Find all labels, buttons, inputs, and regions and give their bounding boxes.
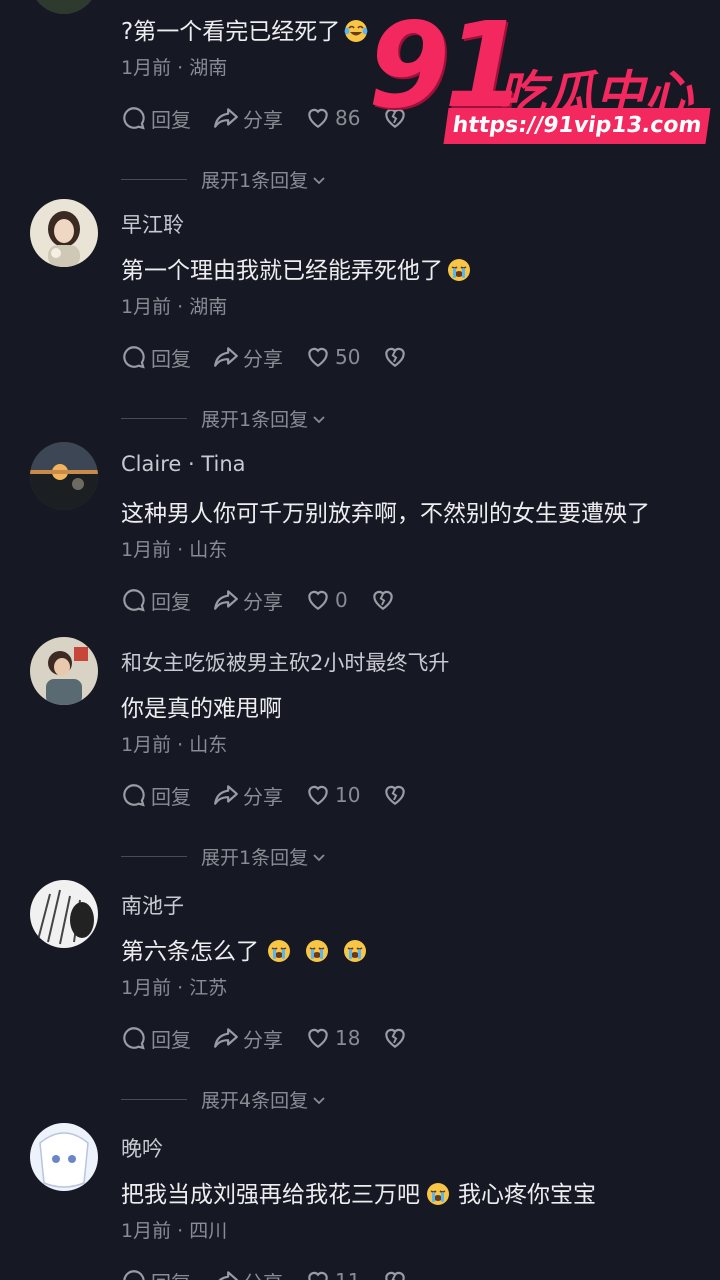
share-icon <box>214 785 238 805</box>
broken-heart-icon <box>385 1271 406 1280</box>
reply-icon <box>123 784 145 807</box>
share-button[interactable]: 分享 <box>213 1024 283 1053</box>
comment-text: 第一个理由我就已经能弄死他了 <box>121 251 475 285</box>
chevron-down-icon <box>313 415 325 423</box>
heart-icon <box>308 347 328 367</box>
like-button[interactable]: 50 <box>305 344 360 370</box>
avatar[interactable] <box>30 637 98 705</box>
dislike-button[interactable] <box>370 587 400 613</box>
heart-icon <box>308 1028 328 1048</box>
heart-icon <box>308 108 328 128</box>
broken-heart-icon <box>372 590 393 610</box>
username[interactable]: 早江聆 <box>121 209 184 239</box>
reply-button[interactable]: 回复 <box>121 1024 191 1053</box>
share-button[interactable]: 分享 <box>213 104 283 133</box>
reply-button[interactable]: 回复 <box>121 343 191 372</box>
comment-meta: 1月前 · 湖南 <box>121 296 228 318</box>
share-button[interactable]: 分享 <box>213 586 283 615</box>
expand-replies[interactable]: 展开1条回复 <box>121 843 328 870</box>
heart-icon <box>308 1271 328 1280</box>
comment-meta: 1月前 · 山东 <box>121 539 228 561</box>
dislike-button[interactable] <box>382 344 412 370</box>
share-button[interactable]: 分享 <box>213 781 283 810</box>
reply-button[interactable]: 回复 <box>121 586 191 615</box>
divider <box>121 418 187 419</box>
like-button[interactable]: 86 <box>305 105 360 131</box>
like-button[interactable]: 11 <box>305 1268 360 1280</box>
divider <box>121 179 187 180</box>
crying-emoji <box>448 259 470 281</box>
comment-meta: 1月前 · 四川 <box>121 1220 228 1242</box>
reply-icon <box>123 589 145 612</box>
crying-emoji <box>427 1183 449 1205</box>
comment-feed: ?第一个看完已经死了 1月前 · 湖南 回复 分享 86 展开1条回复 早江聆 … <box>0 0 720 1280</box>
share-button[interactable]: 分享 <box>213 1267 283 1280</box>
chevron-down-icon <box>313 1096 325 1104</box>
chevron-down-icon <box>313 853 325 861</box>
watermark-url: https://91vip13.com <box>443 108 711 144</box>
avatar[interactable] <box>30 1123 98 1191</box>
comment-actions: 回复 分享 50 <box>121 343 434 371</box>
username[interactable]: Claire · Tina <box>121 452 246 476</box>
comment-meta: 1月前 · 江苏 <box>121 977 228 999</box>
crying-emoji <box>344 940 366 962</box>
reply-button[interactable]: 回复 <box>121 781 191 810</box>
share-icon <box>218 1271 238 1280</box>
reply-icon <box>123 1027 145 1050</box>
avatar[interactable] <box>30 442 98 510</box>
reply-button[interactable]: 回复 <box>121 1267 191 1280</box>
share-button[interactable]: 分享 <box>213 343 283 372</box>
share-icon <box>214 590 238 610</box>
comment-actions: 回复 分享 10 <box>121 781 434 809</box>
crying-emoji <box>268 940 290 962</box>
comment-text: 把我当成刘强再给我花三万吧 我心疼你宝宝 <box>121 1182 596 1208</box>
heart-icon <box>308 785 328 805</box>
heart-icon <box>308 590 328 610</box>
share-icon <box>214 108 238 128</box>
expand-replies[interactable]: 展开1条回复 <box>121 405 328 432</box>
reply-icon <box>123 1270 145 1280</box>
avatar[interactable] <box>30 880 98 948</box>
username[interactable]: 南池子 <box>121 890 184 920</box>
share-icon <box>214 347 238 367</box>
dislike-button[interactable] <box>382 1025 412 1051</box>
crying-emoji <box>306 940 328 962</box>
comment-meta: 1月前 · 湖南 <box>121 57 228 79</box>
comment-text: 这种男人你可千万别放弃啊，不然别的女生要遭殃了 <box>121 501 650 527</box>
comment-actions: 回复 分享 11 <box>121 1267 434 1280</box>
comment-text: 你是真的难甩啊 <box>121 696 282 722</box>
divider <box>121 1099 187 1100</box>
like-button[interactable]: 18 <box>305 1025 360 1051</box>
reply-button[interactable]: 回复 <box>121 104 191 133</box>
dislike-button[interactable] <box>382 782 412 808</box>
laughing-tears-emoji <box>344 20 368 42</box>
broken-heart-icon <box>385 1028 406 1048</box>
comment-text: ?第一个看完已经死了 <box>121 12 372 46</box>
comment-actions: 回复 分享 18 <box>121 1024 434 1052</box>
broken-heart-icon <box>385 347 406 367</box>
share-icon <box>214 1028 238 1048</box>
comment-actions: 回复 分享 0 <box>121 586 422 614</box>
chevron-down-icon <box>313 176 325 184</box>
expand-replies[interactable]: 展开1条回复 <box>121 166 328 193</box>
reply-icon <box>123 107 145 130</box>
reply-icon <box>123 346 145 369</box>
like-button[interactable]: 0 <box>305 587 348 613</box>
avatar[interactable] <box>30 0 98 14</box>
watermark: 91 吃瓜中心 https://91vip13.com <box>368 0 714 154</box>
username[interactable]: 和女主吃饭被男主砍2小时最终飞升 <box>121 647 449 677</box>
like-button[interactable]: 10 <box>305 782 360 808</box>
comment-text: 第六条怎么了 <box>121 932 371 966</box>
divider <box>121 856 187 857</box>
expand-replies[interactable]: 展开4条回复 <box>121 1086 328 1113</box>
dislike-button[interactable] <box>382 1268 412 1280</box>
avatar[interactable] <box>30 199 98 267</box>
username[interactable]: 晚吟 <box>121 1133 163 1163</box>
comment-meta: 1月前 · 山东 <box>121 734 228 756</box>
broken-heart-icon <box>385 785 406 805</box>
